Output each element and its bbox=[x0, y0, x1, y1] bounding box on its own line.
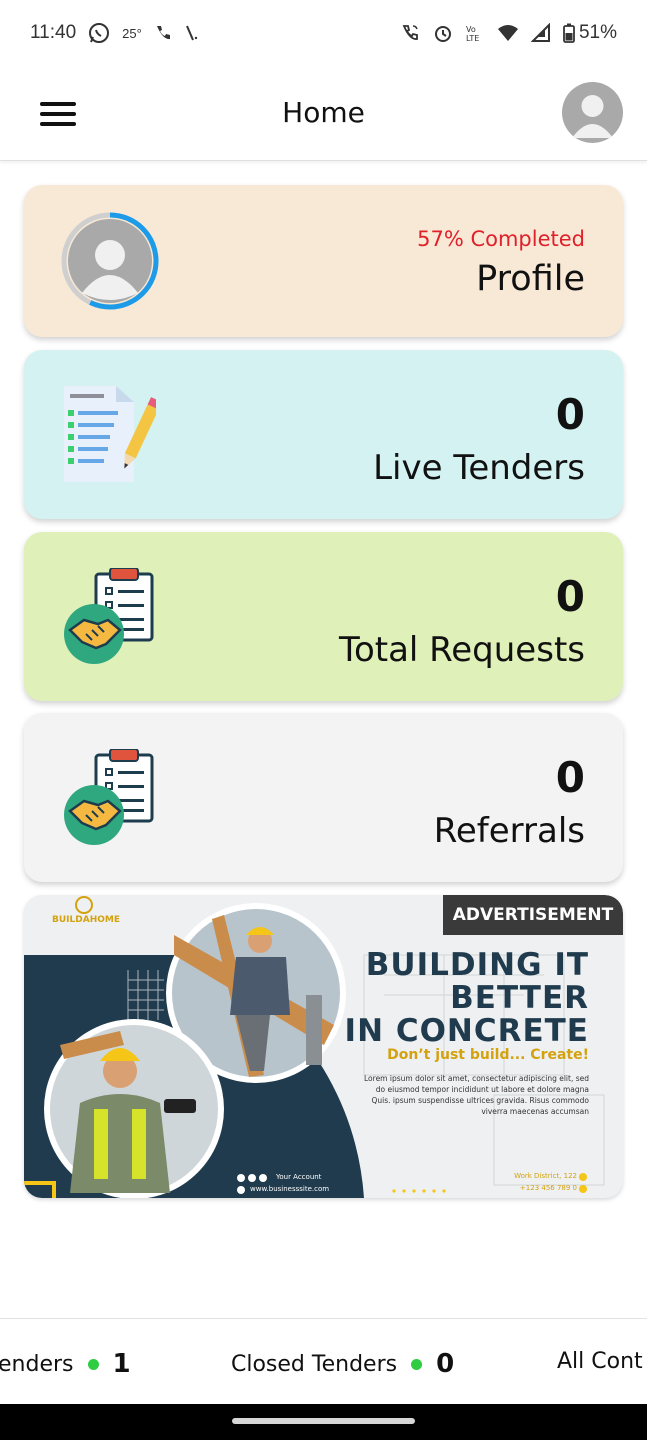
missed-signal-icon bbox=[184, 24, 200, 42]
whatsapp-icon bbox=[88, 22, 110, 44]
total-requests-label: Total Requests bbox=[338, 630, 585, 670]
ad-account-text: Your Account bbox=[276, 1173, 322, 1181]
ticker-item[interactable]: enders 1 bbox=[0, 1349, 131, 1379]
advertisement-badge: ADVERTISEMENT bbox=[443, 895, 623, 935]
tender-status-ticker: enders 1 Closed Tenders 0 All Cont bbox=[0, 1318, 647, 1404]
temperature-text: 25° bbox=[122, 25, 142, 41]
status-dot-icon bbox=[87, 1358, 99, 1370]
ad-headline-line-2: BETTER bbox=[450, 980, 589, 1016]
ad-phone-text: +123 456 789 0 bbox=[519, 1184, 577, 1192]
avatar-person-icon bbox=[572, 95, 613, 138]
volte-icon: Vo LTE bbox=[465, 23, 485, 43]
battery-icon bbox=[563, 23, 575, 43]
ad-tagline: Don’t just build... Create! bbox=[387, 1047, 589, 1063]
home-gesture-handle[interactable] bbox=[232, 1418, 415, 1424]
ad-website-text: www.businesssite.com bbox=[250, 1185, 330, 1193]
document-pencil-icon bbox=[60, 380, 162, 490]
app-bar: Home bbox=[0, 66, 647, 161]
page-title: Home bbox=[282, 96, 365, 129]
battery-percent: 51% bbox=[578, 22, 617, 43]
alarm-icon bbox=[433, 23, 453, 43]
signal-icon bbox=[530, 23, 551, 43]
profile-card[interactable]: 57% Completed Profile bbox=[24, 185, 623, 337]
status-right: Vo LTE 51% bbox=[401, 22, 617, 44]
system-navigation-bar bbox=[0, 1404, 647, 1440]
live-tenders-card[interactable]: 0 Live Tenders bbox=[24, 350, 623, 519]
referrals-card[interactable]: 0 Referrals bbox=[24, 713, 623, 882]
ticker-item-label: Closed Tenders bbox=[231, 1351, 398, 1377]
status-bar: 11:40 25° Vo LTE 51% bbox=[0, 0, 647, 66]
user-avatar-button[interactable] bbox=[562, 82, 623, 143]
advertisement-banner[interactable]: BUILDAHOME ADVERTISEMENT BUILDING IT BET… bbox=[24, 895, 623, 1198]
total-requests-card[interactable]: 0 Total Requests bbox=[24, 532, 623, 701]
handshake-clipboard-icon bbox=[62, 567, 158, 672]
svg-text:Vo: Vo bbox=[466, 25, 476, 34]
ticker-item-label: All Cont bbox=[557, 1349, 643, 1374]
ad-body-text: Lorem ipsum dolor sit amet, consectetur … bbox=[364, 1074, 589, 1116]
live-tenders-label: Live Tenders bbox=[373, 448, 585, 488]
referrals-count: 0 bbox=[555, 753, 585, 802]
total-requests-count: 0 bbox=[555, 572, 585, 621]
wifi-call-icon bbox=[401, 23, 421, 43]
ad-headline-line-1: BUILDING IT bbox=[365, 947, 589, 983]
ticker-item-count: 0 bbox=[436, 1349, 455, 1379]
profile-completion-status: 57% Completed bbox=[417, 227, 585, 251]
wifi-icon bbox=[497, 24, 519, 42]
status-left: 11:40 25° bbox=[30, 22, 200, 44]
live-tenders-count: 0 bbox=[555, 390, 585, 439]
referrals-label: Referrals bbox=[433, 811, 585, 851]
ticker-item-label: enders bbox=[0, 1351, 74, 1377]
ticker-item[interactable]: All Cont bbox=[557, 1349, 643, 1374]
ad-brand-name: BUILDAHOME bbox=[52, 915, 120, 925]
ad-headline-line-3: IN CONCRETE bbox=[344, 1013, 589, 1049]
status-dot-icon bbox=[411, 1358, 423, 1370]
ticker-item-count: 1 bbox=[112, 1349, 131, 1379]
phone-icon bbox=[154, 24, 172, 42]
status-time: 11:40 bbox=[30, 22, 77, 43]
profile-progress-ring bbox=[60, 211, 160, 315]
ad-address-text: Work District, 122 bbox=[514, 1172, 577, 1180]
svg-text:LTE: LTE bbox=[466, 34, 479, 43]
handshake-clipboard-icon bbox=[62, 748, 158, 853]
ticker-item[interactable]: Closed Tenders 0 bbox=[231, 1349, 454, 1379]
profile-label: Profile bbox=[476, 259, 585, 299]
